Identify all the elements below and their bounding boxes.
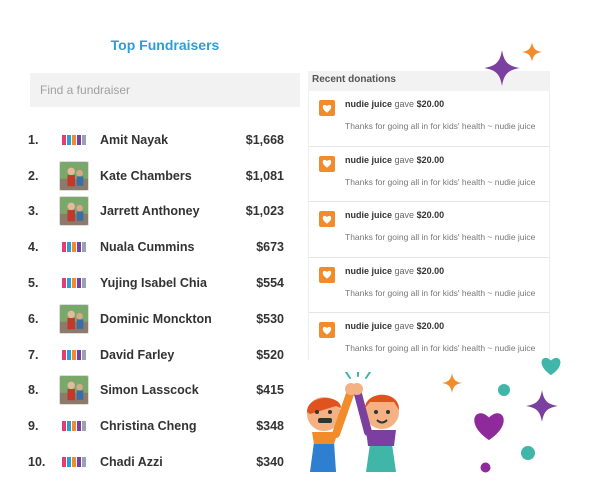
donation-amount: $20.00 (416, 321, 445, 332)
donation-message: Thanks for going all in for kids' health… (345, 343, 536, 354)
donation-summary: nudie juice gave $20.00 (345, 266, 549, 276)
donation-summary: nudie juice gave $20.00 (345, 99, 549, 109)
high-five-illustration (307, 372, 400, 472)
fundraiser-name[interactable]: Yujing Isabel Chia (89, 276, 224, 290)
donation-item: nudie juice gave $20.00 Thanks for going … (309, 202, 549, 258)
fundraiser-row[interactable]: 8. Simon Lasscock $415 (28, 373, 284, 409)
donation-item: nudie juice gave $20.00 Thanks for going … (309, 258, 549, 314)
donation-verb: gave (394, 321, 415, 332)
heart-icon (319, 322, 335, 339)
donor-name: nudie juice (345, 99, 393, 109)
fundraiser-rank: 2. (28, 168, 39, 183)
heart-icon (541, 357, 561, 376)
dot-icon (480, 462, 491, 473)
donor-name: nudie juice (345, 321, 393, 332)
fundraiser-rank: 5. (28, 276, 39, 291)
fundraiser-amount: $1,081 (245, 168, 284, 183)
fundraiser-photo[interactable] (59, 375, 89, 406)
donation-verb: gave (394, 265, 415, 276)
fundraiser-row[interactable]: 7. David Farley $520 (28, 337, 284, 373)
heart-icon (319, 211, 335, 228)
donation-item: nudie juice gave $20.00 Thanks for going … (309, 313, 549, 360)
sparkle-icon (442, 373, 462, 393)
page-title: Top Fundraisers (110, 37, 220, 53)
donation-verb: gave (394, 154, 415, 165)
fundraiser-row[interactable]: 9. Christina Cheng $348 (28, 408, 284, 444)
heart-icon (474, 413, 504, 441)
fundraiser-photo[interactable] (59, 303, 89, 334)
donation-item: nudie juice gave $20.00 Thanks for going … (309, 147, 549, 203)
fundraiser-amount: $530 (256, 311, 284, 326)
fundraiser-name[interactable]: Amit Nayak (89, 133, 224, 147)
dot-icon (498, 384, 510, 396)
fundraiser-rank: 4. (28, 240, 39, 255)
fundraiser-row[interactable]: 4. Nuala Cummins $673 (28, 229, 284, 265)
fundraiser-name[interactable]: Christina Cheng (89, 419, 224, 433)
fundraiser-amount: $554 (256, 276, 284, 291)
heart-icon (319, 266, 335, 283)
fundraiser-amount: $673 (256, 240, 284, 255)
fundraiser-rank: 1. (28, 132, 39, 147)
fundraiser-photo[interactable] (59, 160, 89, 191)
donation-message: Thanks for going all in for kids' health… (345, 121, 536, 131)
fundraiser-rank: 8. (28, 383, 39, 398)
charity-logo-icon[interactable] (59, 447, 89, 477)
fundraiser-name[interactable]: Dominic Monckton (89, 312, 224, 326)
heart-icon (319, 155, 335, 172)
fundraiser-name[interactable]: Simon Lasscock (89, 383, 224, 397)
fundraiser-row[interactable]: 2. Kate Chambers $1,081 (28, 158, 284, 194)
donation-item: nudie juice gave $20.00 Thanks for going … (309, 91, 549, 147)
fundraiser-photo[interactable] (59, 196, 89, 227)
fundraiser-rank: 9. (28, 419, 39, 434)
fundraiser-row[interactable]: 5. Yujing Isabel Chia $554 (28, 265, 284, 301)
fundraiser-amount: $348 (256, 419, 284, 434)
charity-logo-icon[interactable] (59, 340, 89, 370)
dot-icon (521, 446, 535, 460)
sparkle-icon (522, 42, 542, 62)
donation-verb: gave (394, 99, 415, 109)
donation-summary: nudie juice gave $20.00 (345, 210, 549, 220)
fundraiser-row[interactable]: 3. Jarrett Anthoney $1,023 (28, 194, 284, 230)
fundraiser-name[interactable]: Nuala Cummins (89, 240, 224, 254)
fundraiser-name[interactable]: Chadi Azzi (89, 455, 224, 469)
fundraiser-amount: $520 (256, 347, 284, 362)
fundraiser-amount: $415 (256, 383, 284, 398)
sparkle-icon (484, 50, 520, 86)
fundraiser-row[interactable]: 6. Dominic Monckton $530 (28, 301, 284, 337)
donation-amount: $20.00 (416, 210, 445, 221)
heart-icon (319, 100, 335, 116)
donor-name: nudie juice (345, 210, 393, 221)
fundraiser-name[interactable]: David Farley (89, 348, 224, 362)
donation-amount: $20.00 (416, 265, 445, 276)
charity-logo-icon[interactable] (59, 268, 89, 298)
donor-name: nudie juice (345, 265, 393, 276)
donation-message: Thanks for going all in for kids' health… (345, 287, 536, 298)
fundraiser-amount: $1,023 (245, 204, 284, 219)
donation-summary: nudie juice gave $20.00 (345, 155, 549, 165)
donation-verb: gave (394, 210, 415, 221)
fundraiser-leaderboard: 1. Amit Nayak $1,668 2. Kate Chambers $1,081 3… (28, 122, 284, 480)
donation-amount: $20.00 (416, 154, 445, 165)
fundraiser-rank: 6. (28, 311, 39, 326)
fundraiser-row[interactable]: 10. Chadi Azzi $340 (28, 444, 284, 480)
fundraiser-row[interactable]: 1. Amit Nayak $1,668 (28, 122, 284, 158)
fundraiser-search-input[interactable] (30, 73, 300, 107)
donor-name: nudie juice (345, 154, 393, 165)
charity-logo-icon[interactable] (59, 411, 89, 441)
donation-amount: $20.00 (416, 99, 445, 109)
fundraiser-rank: 3. (28, 204, 39, 219)
donation-summary: nudie juice gave $20.00 (345, 321, 549, 331)
fundraiser-name[interactable]: Kate Chambers (89, 169, 224, 183)
donation-message: Thanks for going all in for kids' health… (345, 176, 536, 187)
fundraiser-name[interactable]: Jarrett Anthoney (89, 204, 224, 218)
fundraiser-rank: 7. (28, 347, 39, 362)
charity-logo-icon[interactable] (59, 232, 89, 262)
donation-message: Thanks for going all in for kids' health… (345, 232, 536, 243)
fundraiser-rank: 10. (28, 455, 46, 470)
recent-donations-list[interactable]: nudie juice gave $20.00 Thanks for going … (308, 91, 550, 360)
charity-logo-icon[interactable] (59, 125, 89, 155)
fundraiser-amount: $340 (256, 455, 284, 470)
fundraiser-amount: $1,668 (245, 132, 284, 147)
sparkle-icon (526, 390, 558, 422)
